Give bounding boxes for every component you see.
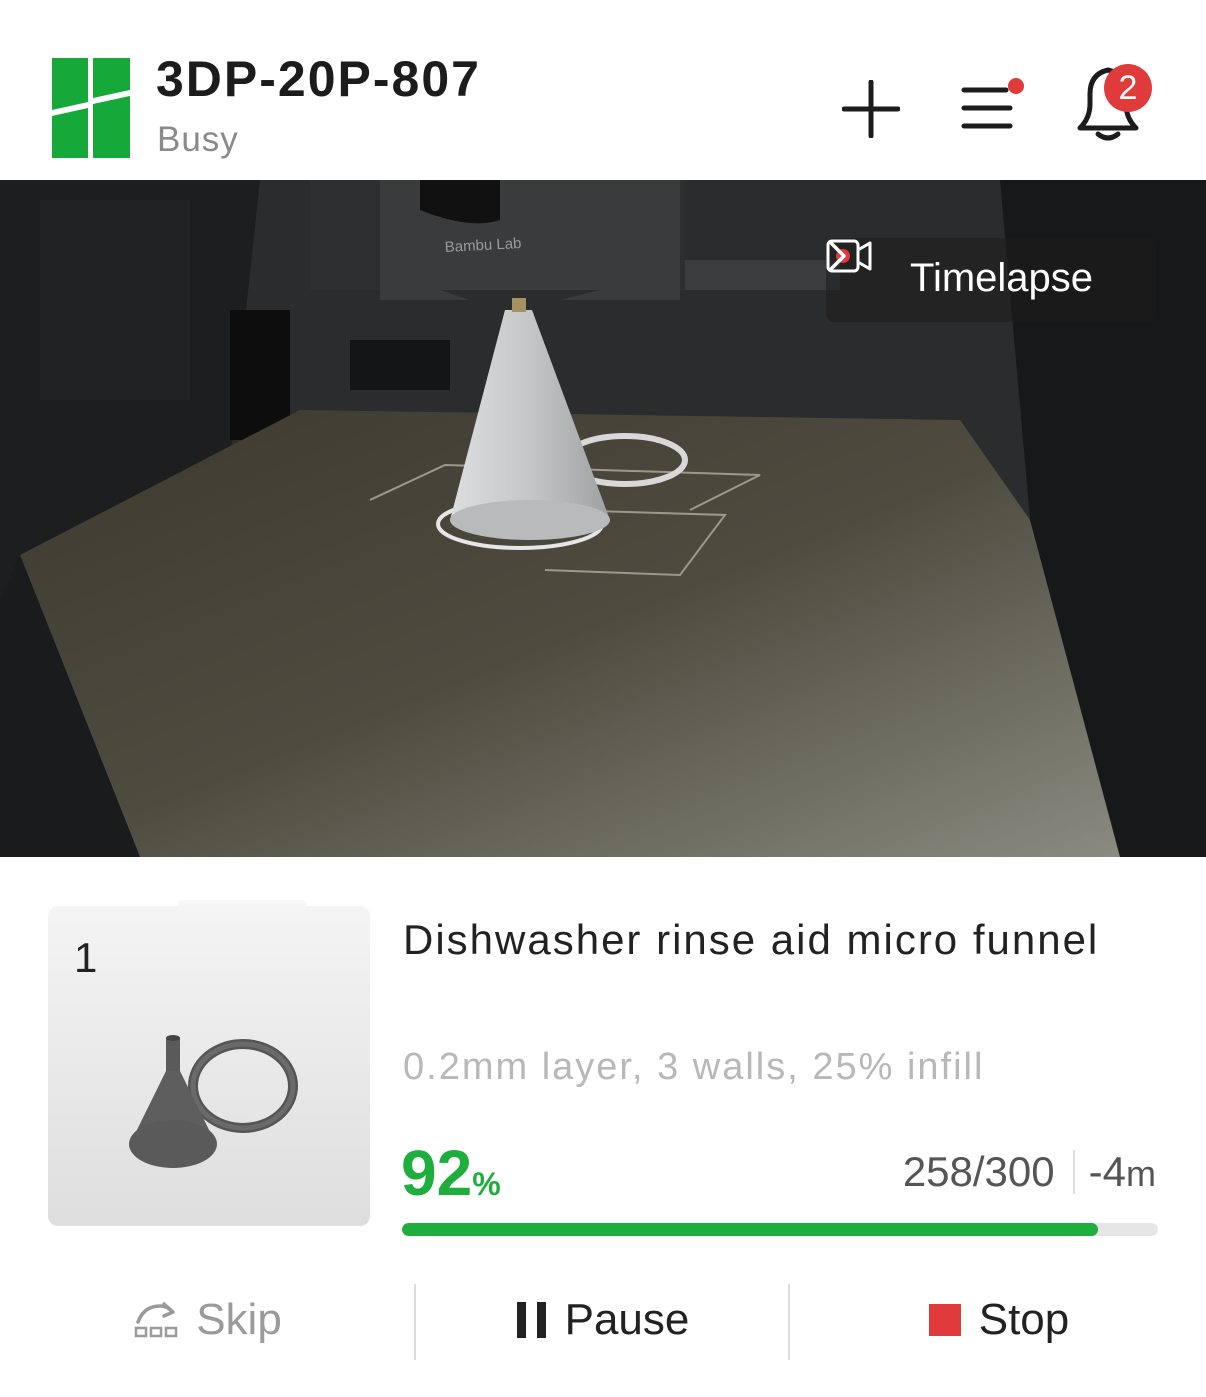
remaining-unit: m (1126, 1153, 1156, 1194)
printer-name[interactable]: 3DP-20P-807 (156, 50, 481, 108)
skip-label: Skip (196, 1295, 282, 1344)
top-bar: 3DP-20P-807 Busy 2 (0, 0, 1206, 180)
printer-status: Busy (157, 120, 239, 159)
menu-icon[interactable] (960, 76, 1030, 138)
chevron-right-icon (828, 240, 846, 272)
job-title: Dishwasher rinse aid micro funnel (403, 916, 1100, 963)
plate-thumbnail[interactable]: 1 (48, 900, 370, 1226)
skip-button[interactable]: Skip (0, 1270, 414, 1370)
skip-icon (134, 1302, 178, 1338)
pause-label: Pause (564, 1295, 690, 1344)
model-preview-image (129, 1035, 298, 1168)
notification-badge: 2 (1104, 64, 1152, 112)
layer-info: 258/300 -4m (903, 1148, 1156, 1196)
layer-divider (1072, 1150, 1075, 1194)
stop-label: Stop (978, 1295, 1070, 1344)
layer-count: 258/300 (902, 1148, 1055, 1195)
printer-logo-icon (52, 58, 130, 158)
progress-unit: % (472, 1166, 501, 1202)
pause-icon (516, 1302, 546, 1338)
progress-value: 92 (401, 1137, 473, 1209)
progress-bar-fill (402, 1223, 1098, 1236)
camera-live-view[interactable]: Bambu Lab Timelapse (0, 180, 1206, 857)
remaining-value: -4 (1088, 1148, 1126, 1195)
timelapse-label: Timelapse (910, 256, 1094, 300)
job-settings: 0.2mm layer, 3 walls, 25% infill (403, 1046, 985, 1088)
stop-icon (928, 1304, 961, 1336)
plus-icon[interactable] (842, 80, 900, 138)
print-controls: Skip Pause Stop (0, 1270, 1206, 1370)
timelapse-button[interactable]: Timelapse (826, 238, 1156, 322)
stop-button[interactable]: Stop (790, 1270, 1206, 1370)
progress-percentage: 92% (401, 1136, 501, 1210)
progress-bar (402, 1223, 1158, 1236)
pause-button[interactable]: Pause (416, 1270, 788, 1370)
remaining-time: -4m (1089, 1148, 1156, 1196)
